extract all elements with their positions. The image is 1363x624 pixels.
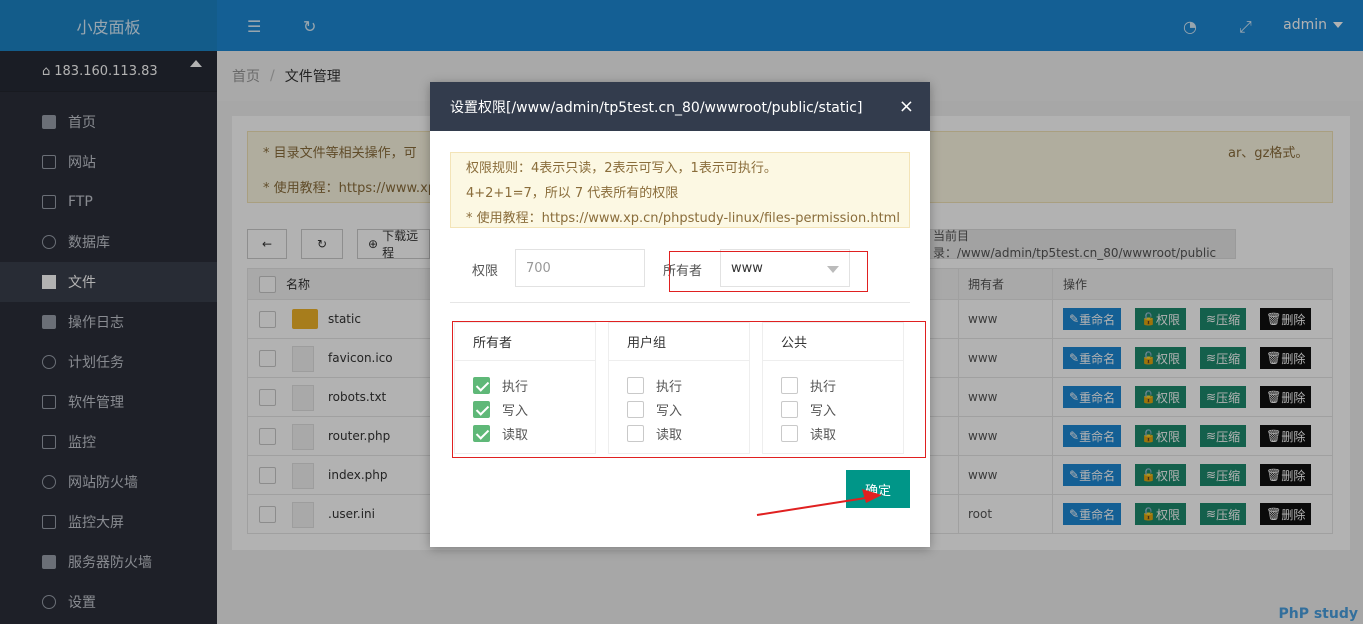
dialog-header: 设置权限[/www/admin/tp5test.cn_80/wwwroot/pu… [430,82,930,131]
permission-rule-box: 权限规则：4表示只读，2表示可写入，1表示可执行。 4+2+1=7，所以 7 代… [450,152,910,228]
divider [450,302,910,303]
permission-label: 权限 [472,264,499,279]
rule-line-3: * 使用教程：https://www.xp.cn/phpstudy-linux/… [466,211,900,226]
confirm-button[interactable]: 确定 [846,470,910,508]
rule-line-1: 权限规则：4表示只读，2表示可写入，1表示可执行。 [466,161,777,176]
close-icon[interactable]: × [899,96,914,117]
permission-input[interactable]: 700 [515,249,645,287]
dialog-title: 设置权限[/www/admin/tp5test.cn_80/wwwroot/pu… [450,99,863,116]
annotation-box-permissions [452,321,926,458]
annotation-box-owner [669,251,868,292]
permission-dialog: 设置权限[/www/admin/tp5test.cn_80/wwwroot/pu… [430,82,930,547]
rule-line-2: 4+2+1=7，所以 7 代表所有的权限 [466,186,679,201]
